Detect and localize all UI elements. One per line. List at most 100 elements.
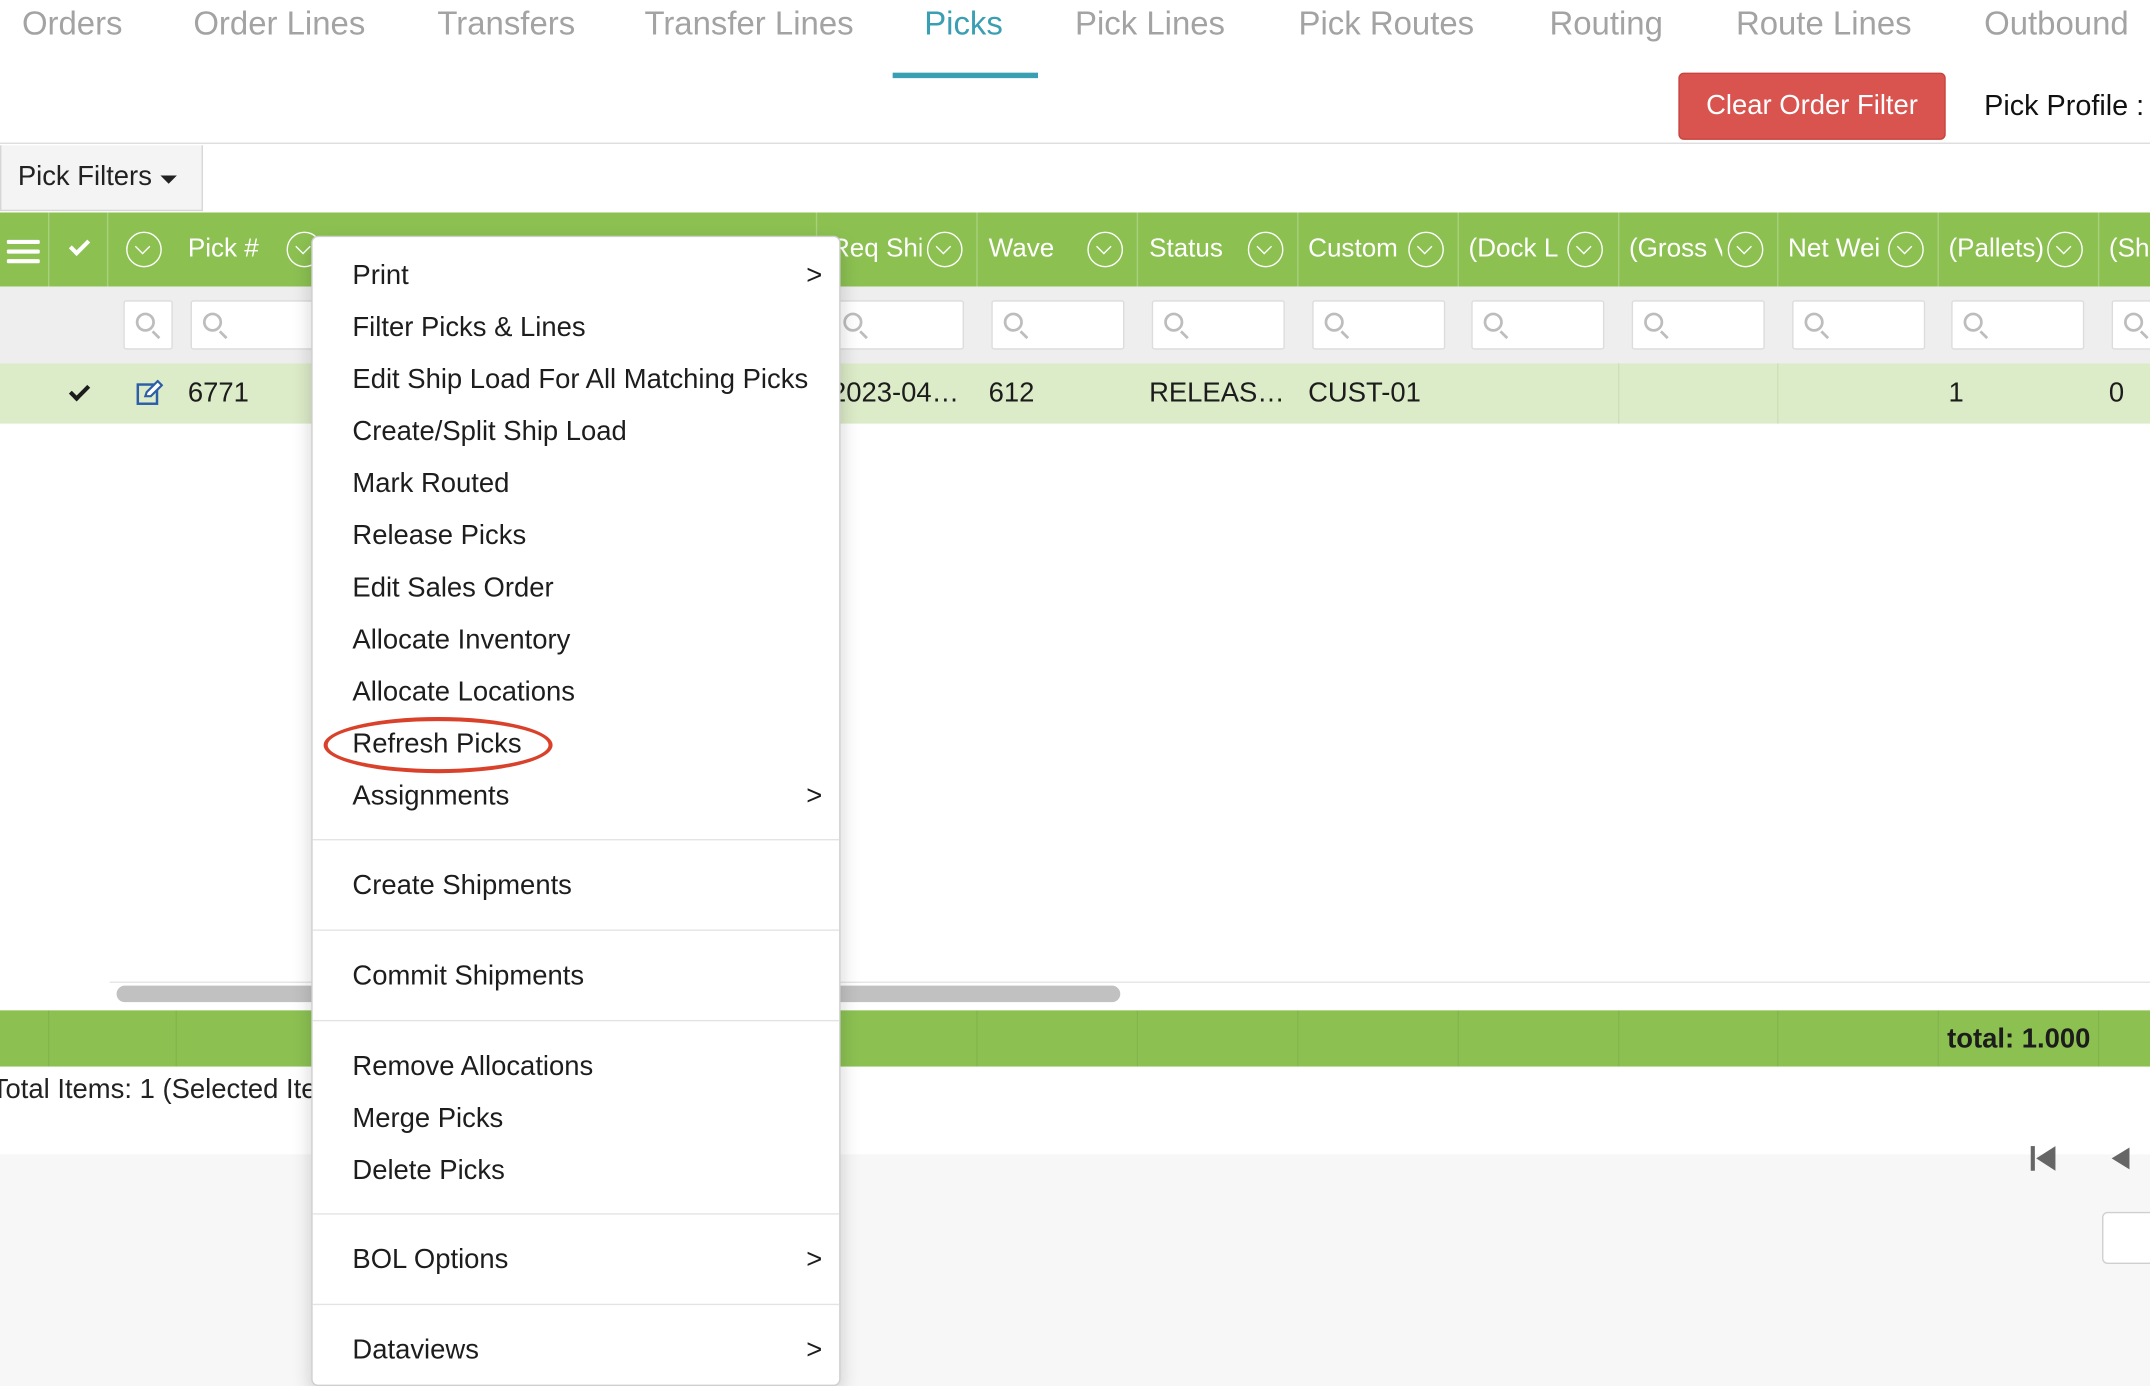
- clear-order-filter-button[interactable]: Clear Order Filter: [1678, 72, 1946, 140]
- search-icon: [1324, 312, 1344, 332]
- search-icon: [1804, 312, 1824, 332]
- chevron-down-icon[interactable]: [1408, 231, 1444, 268]
- column-header-wave[interactable]: Wave: [989, 212, 1085, 286]
- menu-item-allocate-locations[interactable]: Allocate Locations: [352, 677, 575, 709]
- tab-routing[interactable]: Routing: [1549, 5, 1662, 43]
- menu-item-mark-routed[interactable]: Mark Routed: [352, 469, 509, 501]
- menu-item-delete-picks[interactable]: Delete Picks: [352, 1156, 504, 1188]
- column-divider: [47, 212, 50, 287]
- chevron-down-icon[interactable]: [926, 231, 963, 268]
- page-number-input[interactable]: [2102, 1211, 2150, 1264]
- chevron-down-icon[interactable]: [1888, 231, 1924, 268]
- cell-pick-no: 6771: [187, 377, 249, 408]
- column-header-req-ship[interactable]: Req Shi: [831, 212, 921, 286]
- menu-item-allocate-inventory[interactable]: Allocate Inventory: [352, 625, 570, 657]
- tab-outbound[interactable]: Outbound: [1984, 5, 2129, 43]
- chevron-down-icon[interactable]: [1087, 231, 1124, 268]
- filter-input-she[interactable]: [2111, 300, 2150, 350]
- menu-item-bol-options[interactable]: BOL Options: [352, 1245, 508, 1277]
- column-header-pallets[interactable]: (Pallets): [1948, 212, 2047, 286]
- column-header-she[interactable]: (She: [2109, 212, 2150, 286]
- chevron-down-icon[interactable]: [1567, 231, 1603, 268]
- column-divider: [1618, 363, 1620, 424]
- filter-input-dock-location[interactable]: [1471, 300, 1605, 350]
- menu-item-create-split-ship-load[interactable]: Create/Split Ship Load: [352, 417, 626, 449]
- chevron-down-icon[interactable]: [126, 231, 162, 268]
- filter-input-gross-weight[interactable]: [1631, 300, 1765, 350]
- column-divider: [1777, 1010, 1779, 1067]
- filter-input-pallets[interactable]: [1951, 300, 2085, 350]
- menu-item-print[interactable]: Print: [352, 260, 408, 292]
- pager-first-icon[interactable]: [2030, 1146, 2058, 1171]
- menu-divider: [312, 1213, 840, 1215]
- menu-item-edit-sales-order[interactable]: Edit Sales Order: [352, 573, 553, 605]
- hamburger-icon[interactable]: [6, 239, 40, 264]
- search-icon: [1003, 312, 1023, 332]
- tab-transfer-lines[interactable]: Transfer Lines: [644, 5, 853, 43]
- select-all-checkmark-icon[interactable]: [68, 234, 91, 257]
- column-divider: [1618, 212, 1620, 287]
- menu-divider: [312, 838, 840, 841]
- menu-item-merge-picks[interactable]: Merge Picks: [352, 1104, 503, 1136]
- menu-item-assignments[interactable]: Assignments: [352, 781, 509, 813]
- cell-req-ship: 2023-04…: [830, 377, 960, 408]
- column-header-gross-weight[interactable]: (Gross V: [1629, 212, 1722, 286]
- filter-input-pick-no[interactable]: [190, 300, 328, 350]
- tab-order-lines[interactable]: Order Lines: [193, 5, 365, 43]
- column-divider: [1297, 1010, 1299, 1067]
- cell-pallets: 1: [1948, 377, 1964, 408]
- menu-item-edit-ship-load[interactable]: Edit Ship Load For All Matching Picks: [352, 365, 808, 397]
- filter-input-status[interactable]: [1151, 300, 1285, 350]
- menu-item-filter-picks-lines[interactable]: Filter Picks & Lines: [352, 313, 585, 345]
- column-divider: [175, 1010, 177, 1067]
- edit-icon[interactable]: [136, 379, 164, 407]
- search-icon: [202, 312, 223, 332]
- search-icon: [2123, 312, 2144, 332]
- column-header-dock-location[interactable]: (Dock L: [1469, 212, 1562, 286]
- chevron-down-icon[interactable]: [2047, 231, 2083, 268]
- menu-item-commit-shipments[interactable]: Commit Shipments: [352, 961, 584, 993]
- filter-input-customer[interactable]: [1312, 300, 1446, 350]
- column-divider: [1937, 1010, 1939, 1067]
- chevron-down-icon[interactable]: [1247, 231, 1284, 268]
- chevron-down-icon[interactable]: [1727, 231, 1764, 268]
- total-items-summary: Total Items: 1 (Selected Ite: [0, 1074, 317, 1105]
- column-divider: [47, 1010, 50, 1067]
- tab-picks[interactable]: Picks: [924, 5, 1003, 43]
- column-divider: [1297, 212, 1299, 287]
- filter-input-req-ship[interactable]: [830, 300, 964, 350]
- menu-divider: [312, 929, 840, 931]
- column-header-pick-no[interactable]: Pick #: [188, 212, 270, 286]
- column-divider: [976, 1010, 978, 1067]
- menu-item-release-picks[interactable]: Release Picks: [352, 521, 526, 553]
- tab-pick-lines[interactable]: Pick Lines: [1075, 5, 1225, 43]
- menu-item-dataviews[interactable]: Dataviews: [352, 1335, 479, 1367]
- cell-customer: CUST-01: [1308, 377, 1421, 408]
- column-header-customer[interactable]: Custom: [1308, 212, 1404, 286]
- page: Orders Order Lines Transfers Transfer Li…: [0, 0, 2150, 1386]
- search-icon: [1164, 312, 1184, 332]
- pager-prev-icon[interactable]: [2111, 1147, 2130, 1170]
- pick-profile-label: Pick Profile :: [1984, 90, 2145, 123]
- filter-input-wave[interactable]: [991, 300, 1125, 350]
- divider: [0, 142, 2150, 144]
- column-header-status[interactable]: Status: [1149, 212, 1245, 286]
- search-icon: [1963, 312, 1983, 332]
- tab-orders[interactable]: Orders: [22, 5, 123, 43]
- caret-down-icon: [160, 175, 177, 184]
- filter-input-net-weight[interactable]: [1792, 300, 1926, 350]
- column-header-net-weight[interactable]: Net Wei: [1788, 212, 1881, 286]
- column-divider: [1618, 1010, 1620, 1067]
- menu-item-remove-allocations[interactable]: Remove Allocations: [352, 1051, 593, 1083]
- menu-item-create-shipments[interactable]: Create Shipments: [352, 871, 571, 903]
- column-divider: [1136, 1010, 1139, 1067]
- pick-filters-dropdown[interactable]: Pick Filters: [0, 145, 203, 212]
- filter-input[interactable]: [123, 300, 173, 350]
- tab-pick-routes[interactable]: Pick Routes: [1299, 5, 1475, 43]
- context-menu: Print > Filter Picks & Lines Edit Ship L…: [311, 235, 841, 1386]
- row-selected-checkmark-icon[interactable]: [68, 380, 91, 402]
- footer-total: total: 1.000: [1947, 1024, 2091, 1055]
- tab-transfers[interactable]: Transfers: [437, 5, 575, 43]
- menu-divider: [312, 1303, 840, 1306]
- tab-route-lines[interactable]: Route Lines: [1736, 5, 1912, 43]
